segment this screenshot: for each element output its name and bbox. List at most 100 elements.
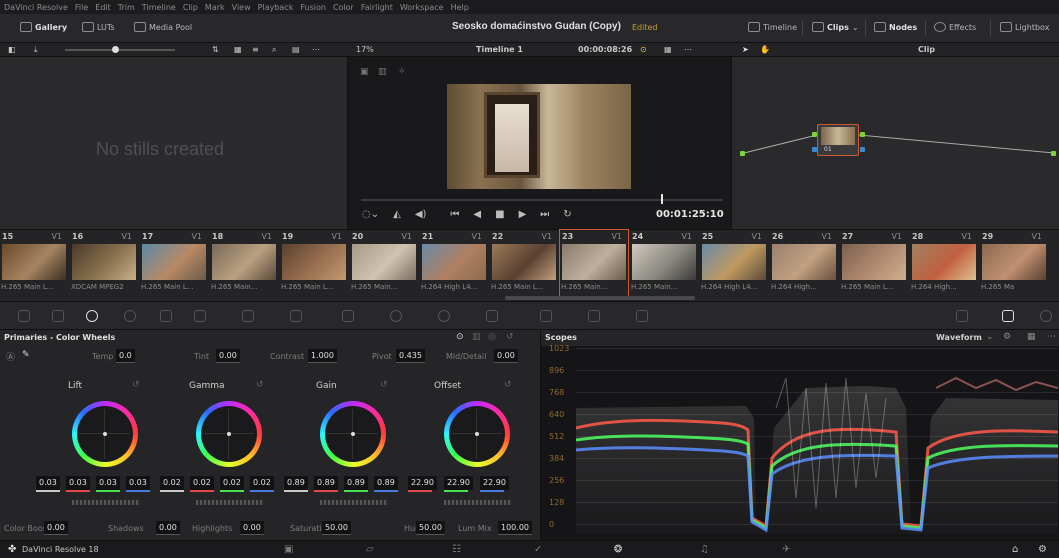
contrast-field[interactable]: 1.000 — [308, 349, 337, 363]
wheel-value-field[interactable]: 0.89 — [374, 476, 398, 490]
reset-wheel-icon[interactable]: ↺ — [380, 380, 388, 390]
hue-field[interactable]: 50.00 — [416, 521, 445, 535]
wheel-value-field[interactable]: 0.02 — [160, 476, 184, 490]
reset-wheel-icon[interactable]: ↺ — [256, 380, 264, 390]
wheel-value-field[interactable]: 22.90 — [444, 476, 473, 490]
clip-strip-scrollbar[interactable] — [505, 296, 695, 300]
menu-playback[interactable]: Playback — [258, 3, 294, 12]
gallery-size-slider[interactable] — [65, 49, 175, 51]
menu-clip[interactable]: Clip — [183, 3, 198, 12]
pivot-field[interactable]: 0.435 — [396, 349, 425, 363]
wheel-value-field[interactable]: 0.03 — [36, 476, 60, 490]
wheel-value-field[interactable]: 0.89 — [344, 476, 368, 490]
node-input-icon[interactable] — [812, 132, 817, 137]
clip-thumbnail[interactable]: 15 V1 H.265 Main L... — [0, 230, 68, 298]
mute-icon[interactable]: ◭ — [393, 209, 401, 220]
effects-button[interactable]: Effects — [934, 22, 976, 32]
node-key-output-icon[interactable] — [860, 147, 865, 152]
picker-icon[interactable]: ✎ — [22, 350, 30, 360]
camera-raw-icon[interactable] — [18, 310, 30, 322]
timeline-button[interactable]: Timeline — [748, 22, 797, 32]
audio-icon[interactable]: ◌⌄ — [362, 209, 379, 220]
more-icon[interactable]: ⋯ — [312, 45, 320, 54]
loop-icon[interactable]: ↻ — [563, 209, 571, 220]
hdr-wheels-icon[interactable] — [124, 310, 136, 322]
menu-file[interactable]: File — [75, 3, 88, 12]
sort-icon[interactable]: ⇅ — [212, 45, 219, 54]
link-icon[interactable]: ⊙ — [640, 45, 647, 54]
key-icon[interactable] — [588, 310, 600, 322]
color-warper-icon[interactable] — [290, 310, 302, 322]
menu-mark[interactable]: Mark — [205, 3, 225, 12]
wheel-value-field[interactable]: 0.02 — [220, 476, 244, 490]
auto-balance-icon[interactable]: Ⓐ — [6, 350, 15, 363]
timeline-select[interactable]: Timeline 1 — [476, 45, 523, 54]
viewer-mode-icon[interactable]: ▣ — [360, 67, 369, 77]
luts-button[interactable]: LUTs — [82, 22, 115, 32]
zoom-select[interactable]: 17% — [356, 45, 374, 54]
wheel-value-field[interactable]: 0.89 — [314, 476, 338, 490]
color-wheel-lift[interactable] — [72, 401, 138, 467]
scrub-bar[interactable] — [361, 199, 723, 201]
saturation-field[interactable]: 50.00 — [322, 521, 351, 535]
master-wheel-slider[interactable] — [72, 500, 140, 505]
media-pool-button[interactable]: Media Pool — [134, 22, 192, 32]
sparkle-icon[interactable]: ✧ — [398, 67, 406, 77]
shadows-field[interactable]: 0.00 — [156, 521, 180, 535]
media-page-icon[interactable]: ▣ — [284, 544, 293, 555]
source-node-icon[interactable] — [740, 151, 745, 156]
search-icon[interactable]: ⌕ — [272, 45, 276, 55]
node-key-input-icon[interactable] — [812, 147, 817, 152]
wheel-value-field[interactable]: 0.03 — [66, 476, 90, 490]
clip-mode-select[interactable]: Clip — [918, 45, 935, 54]
panel-toggle-icon[interactable]: ◧ — [8, 45, 16, 54]
window-icon[interactable] — [390, 310, 402, 322]
fusion-page-icon[interactable]: ✓ — [534, 544, 542, 555]
clip-thumbnail[interactable]: 18 V1 H.265 Main... — [210, 230, 278, 298]
chevron-down-icon[interactable]: ⌄ — [986, 332, 994, 342]
reset-icon[interactable]: ↺ — [506, 332, 514, 342]
menu-trim[interactable]: Trim — [118, 3, 135, 12]
log-mode-icon[interactable]: ◎ — [488, 332, 496, 342]
colorboost-field[interactable]: 0.00 — [44, 521, 68, 535]
view-options-icon[interactable]: ▤ — [292, 45, 300, 54]
color-page-icon[interactable]: ❂ — [614, 544, 622, 555]
reset-wheel-icon[interactable]: ↺ — [504, 380, 512, 390]
clip-thumbnail[interactable]: 17 V1 H.265 Main L... — [140, 230, 208, 298]
more-icon[interactable]: ⋯ — [684, 45, 692, 54]
clip-thumbnail[interactable]: 21 V1 H.264 High L4... — [420, 230, 488, 298]
rgb-mixer-icon[interactable] — [160, 310, 172, 322]
bars-mode-icon[interactable]: ▥ — [472, 332, 481, 342]
gallery-button[interactable]: Gallery — [20, 22, 67, 32]
color-wheel-offset[interactable] — [444, 401, 510, 467]
clip-thumbnail[interactable]: 25 V1 H.264 High L4... — [700, 230, 768, 298]
reset-wheel-icon[interactable]: ↺ — [132, 380, 140, 390]
info-icon[interactable] — [1040, 310, 1052, 322]
wheel-value-field[interactable]: 22.90 — [480, 476, 509, 490]
wheels-mode-icon[interactable]: ⊙ — [456, 332, 464, 342]
clip-thumbnail[interactable]: 16 V1 XDCAM MPEG2 — [70, 230, 138, 298]
tracker-icon[interactable] — [438, 310, 450, 322]
menu-color[interactable]: Color — [333, 3, 354, 12]
cut-page-icon[interactable]: ▱ — [366, 544, 374, 555]
wheel-value-field[interactable]: 0.02 — [250, 476, 274, 490]
wheel-value-field[interactable]: 0.03 — [126, 476, 150, 490]
pointer-icon[interactable]: ➤ — [742, 45, 749, 54]
menu-workspace[interactable]: Workspace — [400, 3, 444, 12]
layout-icon[interactable]: ▦ — [664, 45, 672, 54]
blur-icon[interactable] — [540, 310, 552, 322]
node-output-icon[interactable] — [860, 132, 865, 137]
menu-edit[interactable]: Edit — [95, 3, 111, 12]
fairlight-page-icon[interactable]: ♫ — [700, 544, 709, 555]
clips-button[interactable]: Clips ⌄ — [812, 22, 859, 32]
clip-thumbnail[interactable]: 23 V1 H.265 Main... — [559, 229, 629, 299]
magic-mask-icon[interactable] — [486, 310, 498, 322]
compare-icon[interactable]: ▥ — [378, 67, 387, 77]
clip-thumbnail[interactable]: 29 V1 H.265 Ma — [980, 230, 1048, 298]
lightbox-button[interactable]: Lightbox — [1000, 22, 1049, 32]
more-icon[interactable]: ⋯ — [1047, 332, 1056, 342]
skip-start-icon[interactable]: ⏮ — [450, 209, 459, 220]
lummix-field[interactable]: 100.00 — [498, 521, 532, 535]
qualifier-icon[interactable] — [342, 310, 354, 322]
temp-field[interactable]: 0.0 — [116, 349, 135, 363]
